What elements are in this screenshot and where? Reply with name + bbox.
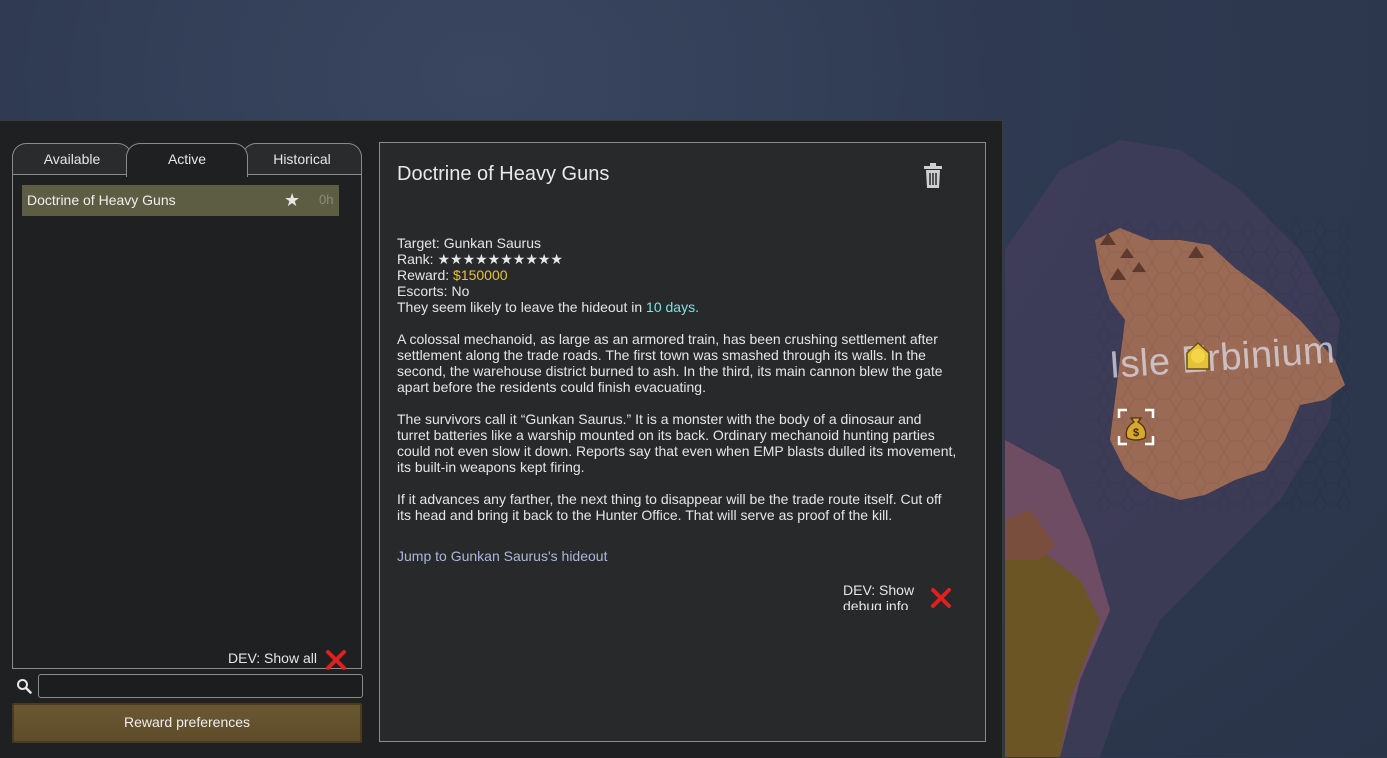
quest-name: Doctrine of Heavy Guns xyxy=(27,192,176,208)
search-input[interactable] xyxy=(38,674,363,698)
reward-label: Reward: xyxy=(397,267,454,283)
jump-to-hideout-link[interactable]: Jump to Gunkan Saurus's hideout xyxy=(397,548,607,564)
leave-days: 10 days xyxy=(646,299,696,315)
tab-historical[interactable]: Historical xyxy=(242,143,362,175)
description-paragraph-1: A colossal mechanoid, as large as an arm… xyxy=(397,331,943,395)
description-paragraph-2: The survivors call it “Gunkan Saurus.” I… xyxy=(397,411,957,475)
description-paragraph-3: If it advances any farther, the next thi… xyxy=(397,491,942,523)
dev-show-all-toggle-icon[interactable] xyxy=(325,649,347,676)
quest-list: Doctrine of Heavy Guns ★ 0h DEV: Show al… xyxy=(12,174,362,670)
leave-suffix: . xyxy=(695,299,699,315)
rank-stars: ★★★★★★★★★★ xyxy=(437,251,563,267)
rank-label: Rank: xyxy=(397,251,438,267)
trash-icon[interactable] xyxy=(922,163,944,194)
tab-available-label: Available xyxy=(43,151,101,167)
list-item[interactable]: Doctrine of Heavy Guns ★ 0h xyxy=(22,185,339,216)
reward-line: Reward: $150000 xyxy=(397,267,508,283)
detail-title: Doctrine of Heavy Guns xyxy=(397,163,610,185)
star-icon[interactable]: ★ xyxy=(284,190,300,211)
escorts-label: Escorts: xyxy=(397,283,452,299)
tab-historical-label: Historical xyxy=(273,151,331,167)
tab-active-label: Active xyxy=(167,151,207,167)
reward-value: $150000 xyxy=(453,267,508,283)
quest-window: Available Historical Active Doctrine of … xyxy=(0,120,1003,758)
dev-show-all-label: DEV: Show all xyxy=(228,650,317,666)
dev-show-debug-label: DEV: Show debug info xyxy=(843,582,915,610)
settlement-icon[interactable] xyxy=(1184,341,1212,376)
money-bag-icon[interactable]: $ xyxy=(1117,408,1155,451)
target-label: Target: xyxy=(397,235,444,251)
svg-text:$: $ xyxy=(1133,427,1139,439)
dev-debug-toggle-icon[interactable] xyxy=(930,587,952,614)
search-icon xyxy=(16,678,32,699)
escorts-value: No xyxy=(451,283,470,299)
quest-detail-panel: Doctrine of Heavy Guns Target: Gunkan Sa… xyxy=(379,142,986,742)
rank-line: Rank: ★★★★★★★★★★ xyxy=(397,251,563,267)
quest-time: 0h xyxy=(319,192,334,207)
escorts-line: Escorts: No xyxy=(397,283,469,299)
target-line: Target: Gunkan Saurus xyxy=(397,235,541,251)
leave-prefix: They seem likely to leave the hideout in xyxy=(397,299,647,315)
tab-active[interactable]: Active xyxy=(126,143,248,177)
reward-preferences-button[interactable]: Reward preferences xyxy=(12,703,362,743)
tab-available[interactable]: Available xyxy=(12,143,132,175)
leave-line: They seem likely to leave the hideout in… xyxy=(397,299,699,315)
target-value: Gunkan Saurus xyxy=(443,235,541,251)
